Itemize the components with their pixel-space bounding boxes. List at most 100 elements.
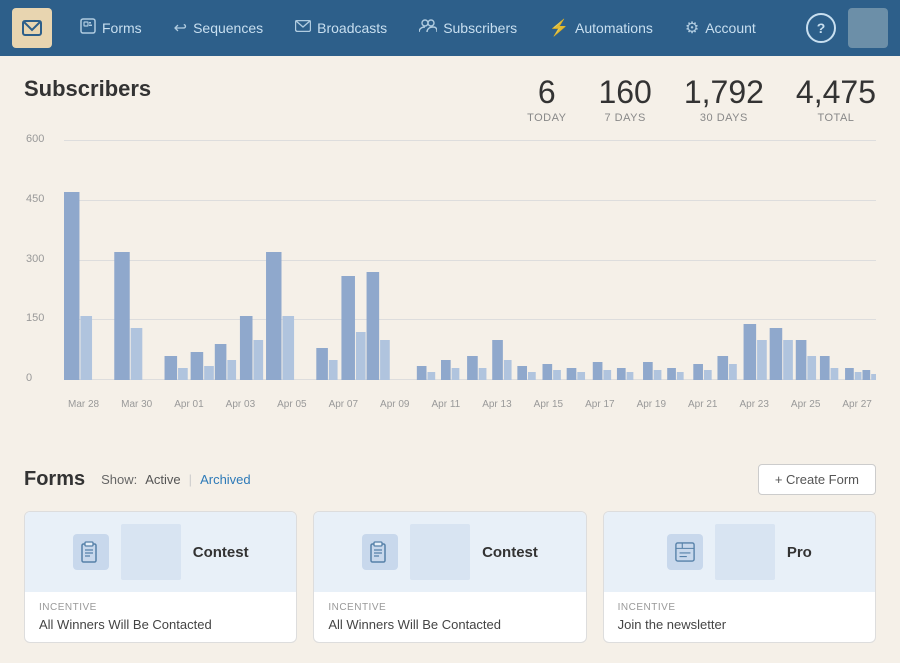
- filter-archived[interactable]: Archived: [200, 472, 251, 487]
- nav-account-label: Account: [705, 20, 756, 36]
- nav-sequences[interactable]: ↩ Sequences: [158, 10, 279, 46]
- broadcasts-icon: [295, 19, 311, 37]
- account-icon: ⚙: [685, 18, 699, 38]
- form-card-thumb-2: [410, 524, 470, 580]
- form-card-icon-2: [362, 534, 398, 570]
- grid-label-300: 300: [26, 253, 44, 265]
- nav-account[interactable]: ⚙ Account: [669, 10, 772, 46]
- stat-today-label: TODAY: [527, 112, 566, 124]
- chart-area: 600 450 300 150 0: [64, 140, 876, 410]
- form-card-desc-3: Join the newsletter: [618, 617, 861, 632]
- form-card-icon-3: [667, 534, 703, 570]
- stat-today-number: 6: [527, 76, 566, 108]
- main-header: Forms ↩ Sequences Broadcasts: [0, 0, 900, 56]
- form-card-preview-3: Pro: [604, 512, 875, 592]
- x-label-apr09: Apr 09: [380, 399, 409, 410]
- form-card-preview-2: Contest: [314, 512, 585, 592]
- grid-label-600: 600: [26, 133, 44, 145]
- chart-svg: [64, 140, 876, 380]
- x-label-apr17: Apr 17: [585, 399, 614, 410]
- x-axis-labels: Mar 28 Mar 30 Apr 01 Apr 03 Apr 05 Apr 0…: [64, 399, 876, 410]
- x-label-apr15: Apr 15: [534, 399, 563, 410]
- nav-forms-label: Forms: [102, 20, 142, 36]
- form-card-icon-1: [73, 534, 109, 570]
- subscribers-header: Subscribers 6 TODAY 160 7 DAYS 1,792 30 …: [24, 76, 876, 124]
- x-label-apr03: Apr 03: [226, 399, 255, 410]
- stats-row: 6 TODAY 160 7 DAYS 1,792 30 DAYS 4,475 T…: [527, 76, 876, 124]
- form-card-thumb-1: [121, 524, 181, 580]
- forms-title: Forms: [24, 468, 85, 491]
- forms-header-left: Forms Show: Active | Archived: [24, 468, 251, 491]
- help-button[interactable]: ?: [806, 13, 836, 43]
- sequences-icon: ↩: [174, 18, 187, 38]
- x-label-apr11: Apr 11: [431, 399, 460, 410]
- x-label-apr27: Apr 27: [842, 399, 871, 410]
- nav-broadcasts-label: Broadcasts: [317, 20, 387, 36]
- form-card-contest-2[interactable]: Contest INCENTIVE All Winners Will Be Co…: [313, 511, 586, 643]
- nav-subscribers[interactable]: Subscribers: [403, 11, 533, 46]
- stat-30days-label: 30 DAYS: [684, 112, 764, 124]
- form-cards: Contest INCENTIVE All Winners Will Be Co…: [24, 511, 876, 643]
- create-form-button[interactable]: + Create Form: [758, 464, 876, 495]
- grid-label-450: 450: [26, 193, 44, 205]
- form-card-incentive-label-2: INCENTIVE: [328, 602, 571, 613]
- nav-forms[interactable]: Forms: [64, 10, 158, 47]
- form-card-body-2: INCENTIVE All Winners Will Be Contacted: [314, 592, 585, 642]
- grid-label-150: 150: [26, 312, 44, 324]
- stat-today: 6 TODAY: [527, 76, 566, 124]
- stat-30days: 1,792 30 DAYS: [684, 76, 764, 124]
- form-card-name-3: Pro: [787, 544, 812, 561]
- x-label-apr25: Apr 25: [791, 399, 820, 410]
- form-card-body-3: INCENTIVE Join the newsletter: [604, 592, 875, 642]
- main-content: Subscribers 6 TODAY 160 7 DAYS 1,792 30 …: [0, 56, 900, 663]
- form-card-pro[interactable]: Pro INCENTIVE Join the newsletter: [603, 511, 876, 643]
- nav-sequences-label: Sequences: [193, 20, 263, 36]
- form-card-desc-2: All Winners Will Be Contacted: [328, 617, 571, 632]
- stat-total: 4,475 TOTAL: [796, 76, 876, 124]
- stat-total-number: 4,475: [796, 76, 876, 108]
- x-label-apr05: Apr 05: [277, 399, 306, 410]
- form-card-thumb-3: [715, 524, 775, 580]
- nav-broadcasts[interactable]: Broadcasts: [279, 11, 403, 45]
- automations-icon: ⚡: [549, 18, 569, 38]
- subscribers-chart: 600 450 300 150 0: [24, 140, 876, 440]
- filter-active[interactable]: Active: [145, 472, 180, 487]
- forms-header: Forms Show: Active | Archived + Create F…: [24, 464, 876, 495]
- x-label-apr21: Apr 21: [688, 399, 717, 410]
- form-card-incentive-label-3: INCENTIVE: [618, 602, 861, 613]
- x-label-apr23: Apr 23: [739, 399, 768, 410]
- subscribers-icon: [419, 19, 437, 38]
- forms-section: Forms Show: Active | Archived + Create F…: [24, 464, 876, 643]
- x-label-apr13: Apr 13: [482, 399, 511, 410]
- avatar[interactable]: [848, 8, 888, 48]
- nav-automations-label: Automations: [575, 20, 653, 36]
- form-card-desc-1: All Winners Will Be Contacted: [39, 617, 282, 632]
- filter-divider: |: [189, 472, 192, 487]
- show-label: Show:: [101, 472, 137, 487]
- grid-label-0: 0: [26, 372, 32, 384]
- nav-automations[interactable]: ⚡ Automations: [533, 10, 669, 46]
- x-label-apr01: Apr 01: [174, 399, 203, 410]
- form-card-name-1: Contest: [193, 544, 249, 561]
- forms-icon: [80, 18, 96, 39]
- x-label-apr07: Apr 07: [329, 399, 358, 410]
- stat-7days: 160 7 DAYS: [598, 76, 651, 124]
- x-label-apr19: Apr 19: [637, 399, 666, 410]
- stat-total-label: TOTAL: [796, 112, 876, 124]
- form-card-preview-1: Contest: [25, 512, 296, 592]
- stat-30days-number: 1,792: [684, 76, 764, 108]
- main-nav: Forms ↩ Sequences Broadcasts: [64, 10, 772, 47]
- x-label-mar30: Mar 30: [121, 399, 152, 410]
- subscribers-title: Subscribers: [24, 76, 151, 102]
- x-label-mar28: Mar 28: [68, 399, 99, 410]
- help-label: ?: [817, 20, 826, 36]
- form-card-body-1: INCENTIVE All Winners Will Be Contacted: [25, 592, 296, 642]
- stat-7days-number: 160: [598, 76, 651, 108]
- form-card-name-2: Contest: [482, 544, 538, 561]
- nav-subscribers-label: Subscribers: [443, 20, 517, 36]
- form-card-incentive-label-1: INCENTIVE: [39, 602, 282, 613]
- form-card-contest-1[interactable]: Contest INCENTIVE All Winners Will Be Co…: [24, 511, 297, 643]
- stat-7days-label: 7 DAYS: [598, 112, 651, 124]
- logo[interactable]: [12, 8, 52, 48]
- forms-filter: Show: Active | Archived: [101, 472, 251, 487]
